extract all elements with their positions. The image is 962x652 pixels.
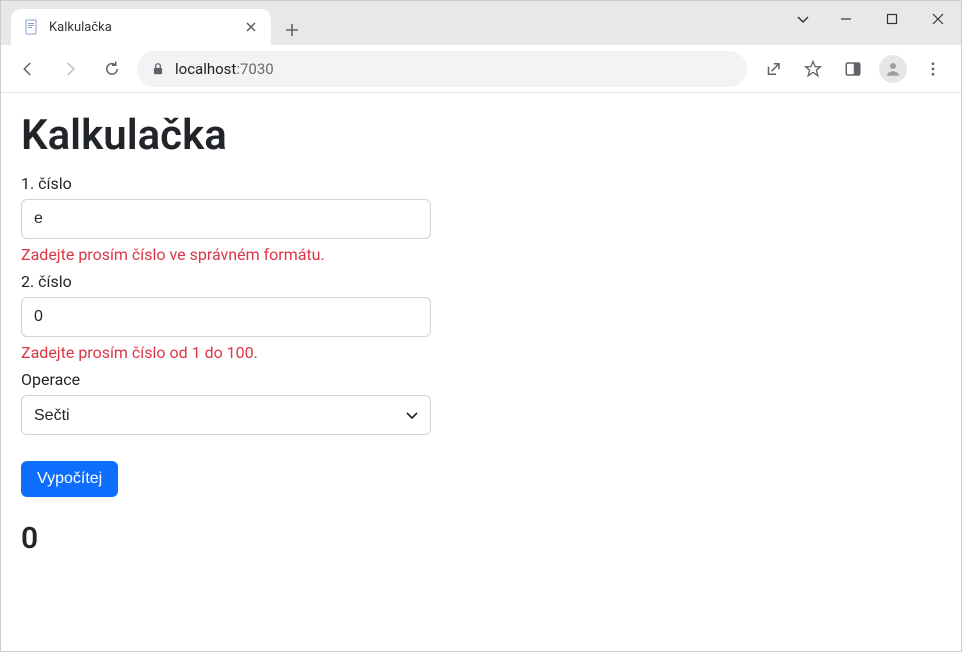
num1-label: 1. číslo — [21, 174, 431, 193]
profile-button[interactable] — [875, 51, 911, 87]
num2-label: 2. číslo — [21, 272, 431, 291]
new-tab-button[interactable] — [277, 15, 307, 45]
operation-select[interactable]: Sečti — [21, 395, 431, 435]
back-button[interactable] — [11, 52, 45, 86]
window-minimize-button[interactable] — [823, 1, 869, 37]
url-port: :7030 — [236, 60, 273, 78]
tab-title: Kalkulačka — [49, 20, 235, 35]
address-bar[interactable]: localhost:7030 — [137, 51, 747, 87]
num2-error: Zadejte prosím číslo od 1 do 100. — [21, 343, 431, 362]
side-panel-button[interactable] — [835, 51, 871, 87]
menu-button[interactable] — [915, 51, 951, 87]
forward-button[interactable] — [53, 52, 87, 86]
bookmark-button[interactable] — [795, 51, 831, 87]
operation-label: Operace — [21, 370, 431, 389]
result-value: 0 — [21, 521, 941, 556]
num1-input[interactable] — [21, 199, 431, 239]
submit-button[interactable]: Vypočítej — [21, 461, 118, 497]
url-host: localhost — [175, 60, 236, 78]
num2-input[interactable] — [21, 297, 431, 337]
browser-tab[interactable]: Kalkulačka — [11, 9, 271, 45]
tab-search-button[interactable] — [783, 1, 823, 37]
titlebar: Kalkulačka — [1, 1, 961, 45]
lock-icon — [151, 62, 165, 76]
page-favicon — [23, 18, 41, 36]
avatar-icon — [879, 55, 907, 83]
reload-button[interactable] — [95, 52, 129, 86]
page-content: Kalkulačka 1. číslo Zadejte prosím číslo… — [1, 93, 961, 574]
share-button[interactable] — [755, 51, 791, 87]
url-display: localhost:7030 — [175, 60, 274, 78]
window-maximize-button[interactable] — [869, 1, 915, 37]
browser-toolbar: localhost:7030 — [1, 45, 961, 93]
num1-error: Zadejte prosím číslo ve správném formátu… — [21, 245, 431, 264]
page-title: Kalkulačka — [21, 111, 941, 160]
tab-close-button[interactable] — [243, 19, 259, 35]
window-close-button[interactable] — [915, 1, 961, 37]
